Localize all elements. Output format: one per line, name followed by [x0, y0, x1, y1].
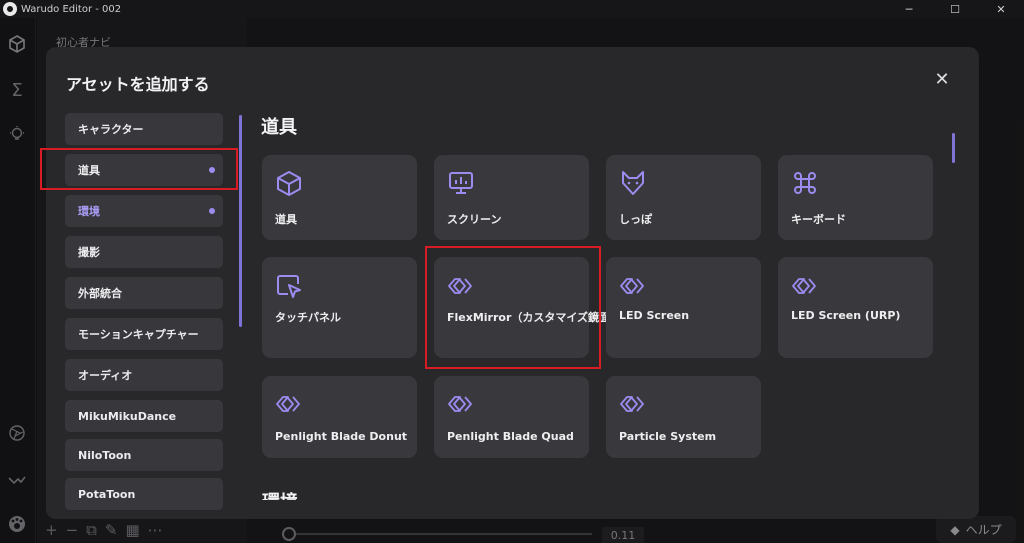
category-item[interactable]: 撮影: [65, 236, 223, 268]
asset-card[interactable]: Penlight Blade Donut: [262, 376, 417, 458]
category-label: キャラクター: [78, 123, 144, 136]
minimize-button[interactable]: ─: [886, 0, 932, 18]
asset-card-label: Penlight Blade Donut: [275, 430, 408, 443]
screen-icon: [446, 169, 476, 195]
window-close-button[interactable]: ✕: [978, 0, 1024, 18]
asset-card[interactable]: Particle System: [606, 376, 761, 458]
category-label: オーディオ: [78, 369, 133, 382]
maximize-button[interactable]: ☐: [932, 0, 978, 18]
category-item[interactable]: NiloToon: [65, 439, 223, 471]
section-title: 道具: [261, 117, 297, 138]
category-label: 撮影: [78, 246, 100, 259]
chevrons-icon: [618, 390, 648, 416]
chevrons-icon: [274, 390, 304, 416]
fox-icon: [618, 169, 648, 195]
category-item[interactable]: 環境: [65, 195, 223, 227]
asset-card[interactable]: LED Screen: [606, 257, 761, 358]
chevrons-icon: [790, 272, 820, 298]
asset-card[interactable]: タッチパネル: [262, 257, 417, 358]
asset-card-label: 道具: [275, 213, 297, 226]
asset-card[interactable]: キーボード: [778, 155, 933, 240]
asset-card-label: LED Screen (URP): [791, 309, 901, 322]
chevrons-icon: [618, 272, 648, 298]
close-icon: ✕: [934, 68, 950, 90]
asset-card[interactable]: スクリーン: [434, 155, 589, 240]
category-label: MikuMikuDance: [78, 409, 177, 423]
category-label: NiloToon: [78, 448, 132, 462]
asset-card[interactable]: LED Screen (URP): [778, 257, 933, 358]
category-label: 外部統合: [78, 287, 122, 300]
asset-card[interactable]: Penlight Blade Quad: [434, 376, 589, 458]
asset-card-label: キーボード: [791, 213, 846, 226]
category-scrollbar[interactable]: [239, 115, 242, 327]
window-title: Warudo Editor - 002: [21, 3, 122, 15]
unread-dot: [209, 208, 215, 214]
category-label: モーションキャプチャー: [78, 328, 199, 341]
asset-card[interactable]: 道具: [262, 155, 417, 240]
asset-card-label: しっぽ: [619, 213, 652, 226]
cube-icon: [274, 169, 304, 196]
category-item[interactable]: 外部統合: [65, 277, 223, 309]
category-label: 環境: [78, 205, 100, 218]
grid-scrollbar[interactable]: [952, 133, 955, 163]
app-logo-icon: [3, 2, 17, 16]
command-key-icon: [790, 169, 820, 195]
dialog-close-button[interactable]: ✕: [932, 68, 952, 90]
category-item[interactable]: モーションキャプチャー: [65, 318, 223, 350]
dialog-title: アセットを追加する: [66, 75, 210, 94]
asset-card-label: Penlight Blade Quad: [447, 430, 574, 443]
chevrons-icon: [446, 390, 476, 416]
category-item[interactable]: オーディオ: [65, 359, 223, 391]
highlight-flexmirror-card: [425, 246, 601, 369]
asset-card-label: Particle System: [619, 430, 717, 443]
category-item[interactable]: MikuMikuDance: [65, 400, 223, 432]
category-item[interactable]: PotaToon: [65, 478, 223, 510]
asset-card-label: LED Screen: [619, 309, 690, 322]
window-controls: ─ ☐ ✕: [886, 0, 1024, 18]
asset-card-label: スクリーン: [447, 213, 502, 226]
asset-grid: 道具 スクリーン しっぽ キーボード タッチパネル FlexMirror（カスタマイズ鏡面…: [262, 155, 942, 519]
asset-card[interactable]: しっぽ: [606, 155, 761, 240]
next-section-title: 環境: [262, 488, 322, 500]
category-item[interactable]: キャラクター: [65, 113, 223, 145]
asset-card-label: タッチパネル: [275, 311, 341, 324]
category-label: PotaToon: [78, 487, 136, 501]
touch-panel-icon: [274, 272, 304, 298]
title-bar: Warudo Editor - 002 ─ ☐ ✕: [0, 0, 1024, 18]
highlight-category-tools: [40, 148, 238, 190]
